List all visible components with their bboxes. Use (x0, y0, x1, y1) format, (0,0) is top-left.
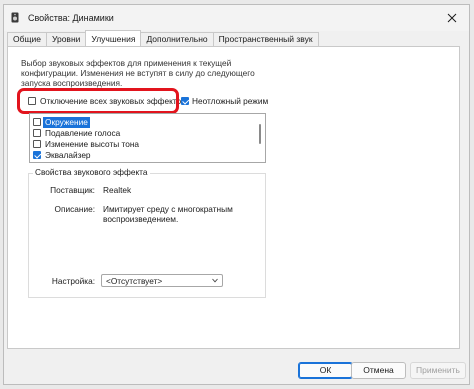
cancel-button[interactable]: Отмена (351, 362, 406, 379)
ok-button[interactable]: ОК (298, 362, 353, 379)
vendor-label: Поставщик: (50, 185, 95, 195)
tab-enhancements[interactable]: Улучшения (85, 30, 142, 46)
close-button[interactable] (443, 9, 461, 27)
setting-label: Настройка: (51, 276, 95, 286)
apply-button[interactable]: Применить (410, 362, 466, 379)
tab-levels[interactable]: Уровни (45, 32, 87, 46)
list-item[interactable]: Подавление голоса (30, 128, 250, 139)
effect-checkbox[interactable] (33, 140, 41, 148)
enhancements-description: Выбор звуковых эффектов для применения к… (21, 58, 255, 88)
setting-select-value: <Отсутствует> (106, 276, 163, 286)
tab-general[interactable]: Общие (7, 32, 47, 46)
listbox-scrollbar[interactable] (259, 124, 261, 144)
tab-spatial-sound[interactable]: Пространственный звук (212, 32, 319, 46)
list-item[interactable]: Эквалайзер (30, 150, 250, 161)
immediate-mode-checkbox[interactable] (181, 97, 189, 105)
tab-strip: Общие Уровни Улучшения Дополнительно Про… (7, 30, 319, 46)
description-value: Имитирует среду с многократным воспроизв… (103, 204, 233, 224)
red-highlight-frame (17, 88, 179, 114)
effect-properties-title: Свойства звукового эффекта (33, 167, 150, 177)
effect-checkbox[interactable] (33, 151, 41, 159)
speaker-icon (11, 12, 19, 23)
vendor-value: Realtek (103, 185, 132, 195)
tab-advanced[interactable]: Дополнительно (140, 32, 214, 46)
chevron-down-icon (212, 278, 218, 283)
immediate-mode-label[interactable]: Неотложный режим (192, 96, 268, 106)
effect-checkbox[interactable] (33, 118, 41, 126)
window-title: Свойства: Динамики (28, 13, 114, 23)
list-item[interactable]: Изменение высоты тона (30, 139, 250, 150)
effects-listbox[interactable]: Окружение Подавление голоса Изменение вы… (29, 113, 266, 163)
close-icon (447, 13, 457, 23)
setting-select[interactable]: <Отсутствует> (101, 274, 223, 287)
list-item[interactable]: Окружение (30, 117, 250, 128)
title-bar[interactable]: Свойства: Динамики (4, 5, 469, 31)
effect-checkbox[interactable] (33, 129, 41, 137)
description-label: Описание: (54, 204, 95, 214)
